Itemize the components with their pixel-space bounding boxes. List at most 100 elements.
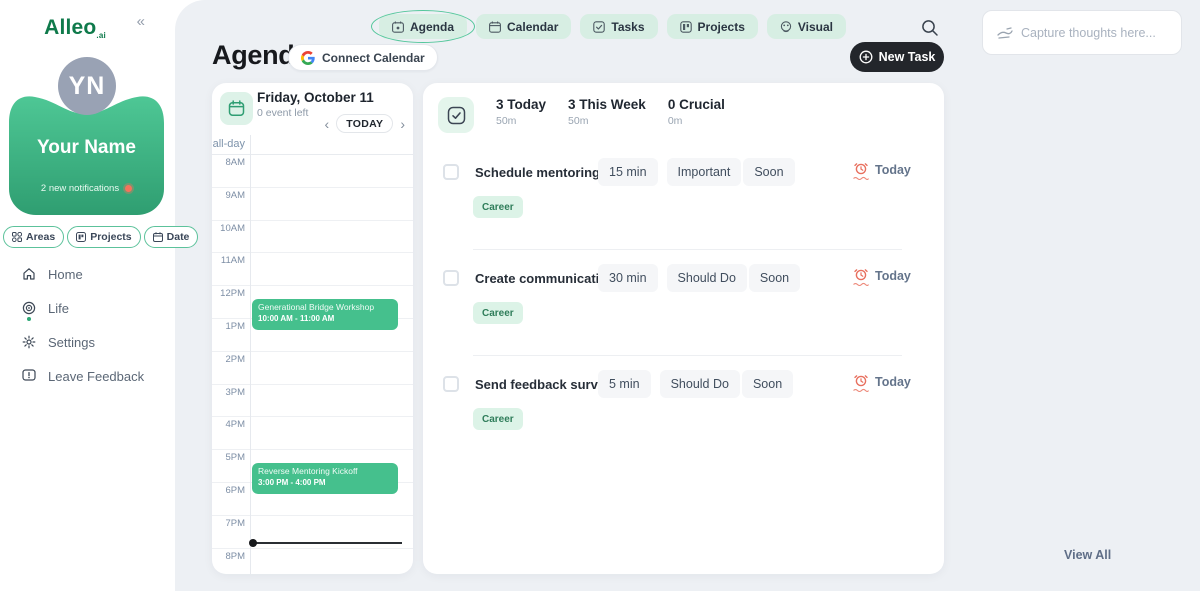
task-due-badge[interactable]: Today: [853, 162, 911, 180]
task-checkbox[interactable]: [443, 270, 459, 286]
plus-circle-icon: [859, 50, 873, 64]
hour-label: 4PM: [212, 419, 245, 430]
task-due-label: Today: [875, 374, 911, 389]
filter-pill-date[interactable]: Date: [144, 226, 199, 248]
task-urgency-pill[interactable]: Soon: [743, 158, 794, 186]
sidebar-item-home[interactable]: Home: [22, 266, 172, 282]
nav-label: Leave Feedback: [48, 369, 144, 384]
filter-pill-projects[interactable]: Projects: [67, 226, 140, 248]
calendar-event[interactable]: Generational Bridge Workshop 10:00 AM - …: [252, 299, 398, 330]
task-urgency-pill[interactable]: Soon: [749, 264, 800, 292]
scribble-pen-icon: [997, 27, 1013, 39]
calendar-nav: ‹ TODAY ›: [325, 114, 405, 133]
connect-calendar-button[interactable]: Connect Calendar: [288, 44, 438, 71]
tab-projects[interactable]: Projects: [667, 14, 758, 39]
task-checkbox[interactable]: [443, 164, 459, 180]
event-time: 10:00 AM - 11:00 AM: [258, 314, 392, 323]
gear-icon: [22, 335, 36, 349]
task-duration-pill[interactable]: 15 min: [598, 158, 658, 186]
tab-calendar[interactable]: Calendar: [476, 14, 571, 39]
tab-agenda[interactable]: Agenda: [379, 14, 467, 39]
tab-label: Agenda: [410, 20, 454, 34]
stat-today[interactable]: 3 Today 50m: [496, 97, 546, 127]
task-title[interactable]: Create communication guide: [475, 271, 598, 286]
tab-label: Tasks: [611, 20, 644, 34]
capture-thoughts-input[interactable]: [1021, 26, 1161, 40]
notifications-label: 2 new notifications: [41, 183, 119, 194]
projects-grid-icon: [76, 232, 86, 242]
task-tag-career[interactable]: Career: [473, 408, 523, 430]
task-row: Create communication guide 30 min Should…: [423, 250, 944, 356]
prev-day-icon[interactable]: ‹: [325, 117, 330, 131]
nav-label: Settings: [48, 335, 95, 350]
squiggle-underline-icon: [853, 282, 869, 286]
alarm-clock-icon: [854, 268, 868, 281]
stat-duration: 50m: [496, 115, 546, 127]
agenda-icon: [392, 21, 404, 33]
app-root: Alleo.ai « YN Your Name 2 new notificati…: [0, 0, 1200, 591]
task-priority-pill[interactable]: Important: [667, 158, 742, 186]
task-row: Send feedback survey 5 min Should Do Soo…: [423, 356, 944, 462]
squiggle-underline-icon: [853, 388, 869, 392]
hour-label: 2PM: [212, 354, 245, 365]
alarm-wrap: [853, 268, 869, 286]
task-title[interactable]: Send feedback survey: [475, 377, 598, 392]
task-tag-career[interactable]: Career: [473, 302, 523, 324]
avatar[interactable]: YN: [58, 57, 116, 115]
new-task-button[interactable]: New Task: [850, 42, 944, 72]
view-all-link[interactable]: View All: [1064, 548, 1111, 562]
task-due-label: Today: [875, 162, 911, 177]
app-logo: Alleo.ai: [0, 16, 150, 40]
hour-row: 7PM: [212, 516, 413, 549]
hour-row: 9AM: [212, 188, 413, 221]
task-urgency-pill[interactable]: Soon: [742, 370, 793, 398]
task-priority-pill[interactable]: Should Do: [660, 370, 740, 398]
task-duration-pill[interactable]: 5 min: [598, 370, 651, 398]
tab-tasks[interactable]: Tasks: [580, 14, 657, 39]
event-title: Generational Bridge Workshop: [258, 302, 392, 313]
stat-duration: 0m: [668, 115, 725, 127]
search-icon[interactable]: [920, 18, 942, 40]
main-area: Agenda Calendar Tasks Projects Visual: [175, 0, 1200, 591]
tab-label: Visual: [798, 20, 833, 34]
sidebar-collapse-icon[interactable]: «: [137, 13, 145, 30]
tasks-header-icon-box: [438, 97, 474, 133]
google-icon: [301, 51, 315, 65]
task-tag-career[interactable]: Career: [473, 196, 523, 218]
calendar-header-icon-box: [220, 92, 253, 125]
task-main-line: Create communication guide 30 min Should…: [443, 264, 802, 292]
stat-crucial[interactable]: 0 Crucial 0m: [668, 97, 725, 127]
new-task-label: New Task: [879, 50, 936, 64]
hour-row: 8PM: [212, 549, 413, 574]
filter-pill-areas[interactable]: Areas: [3, 226, 64, 248]
feedback-icon: [22, 369, 36, 383]
calendar-events-left: 0 event left: [257, 107, 308, 119]
notifications[interactable]: 2 new notifications: [9, 183, 164, 194]
hour-label: 3PM: [212, 387, 245, 398]
task-due-badge[interactable]: Today: [853, 374, 911, 392]
task-title[interactable]: Schedule mentoring session: [475, 165, 598, 180]
squiggle-underline-icon: [853, 176, 869, 180]
tab-visual[interactable]: Visual: [767, 14, 846, 39]
sidebar-item-settings[interactable]: Settings: [22, 334, 172, 350]
all-day-label: all-day: [212, 138, 250, 150]
calendar-event[interactable]: Reverse Mentoring Kickoff 3:00 PM - 4:00…: [252, 463, 398, 494]
hour-label: 6PM: [212, 485, 245, 496]
calendar-day-grid[interactable]: all-day 8AM 9AM 10AM 11AM 12PM 1PM 2PM 3…: [212, 135, 413, 574]
time-gutter-divider: [250, 135, 251, 574]
event-title: Reverse Mentoring Kickoff: [258, 466, 392, 477]
hour-row: 11AM: [212, 253, 413, 286]
task-duration-pill[interactable]: 30 min: [598, 264, 658, 292]
next-day-icon[interactable]: ›: [400, 117, 405, 131]
task-checkbox[interactable]: [443, 376, 459, 392]
sidebar-item-leave-feedback[interactable]: Leave Feedback: [22, 368, 172, 384]
hour-label: 10AM: [212, 223, 245, 234]
today-button[interactable]: TODAY: [336, 114, 393, 133]
task-priority-pill[interactable]: Should Do: [667, 264, 747, 292]
sidebar-item-life[interactable]: Life: [22, 300, 172, 316]
current-time-indicator: [251, 542, 402, 544]
stat-duration: 50m: [568, 115, 646, 127]
stat-this-week[interactable]: 3 This Week 50m: [568, 97, 646, 127]
task-summary: 3 Today 50m 3 This Week 50m 0 Crucial 0m: [438, 97, 747, 133]
task-due-badge[interactable]: Today: [853, 268, 911, 286]
